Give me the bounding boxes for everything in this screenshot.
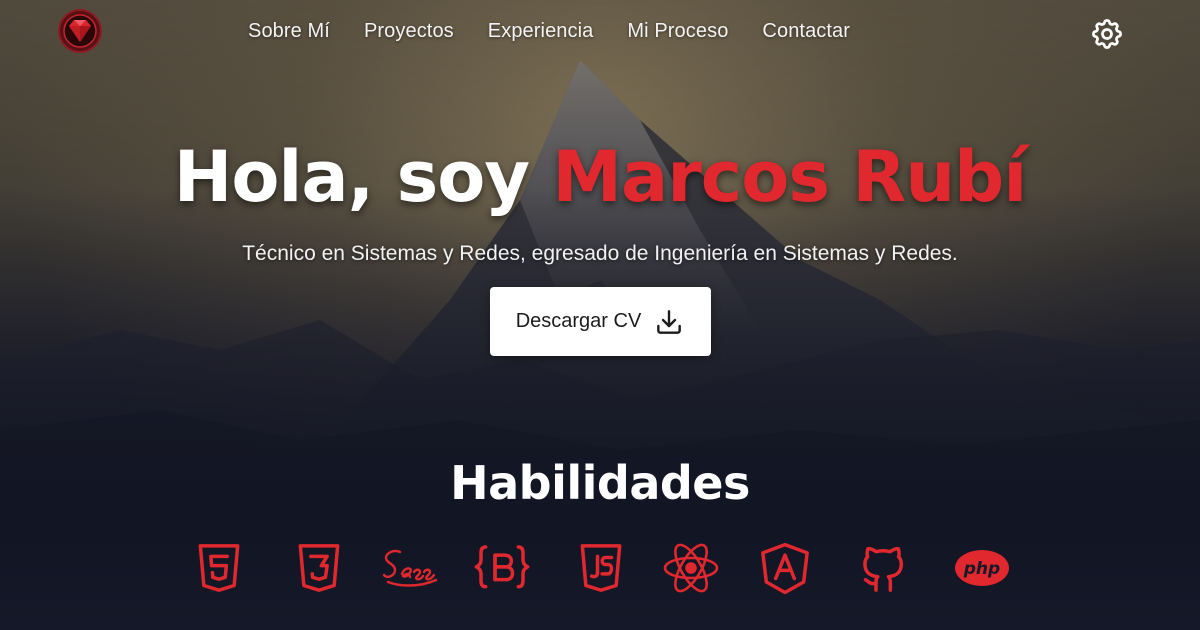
svg-text:php: php — [963, 559, 1000, 579]
download-icon — [657, 309, 682, 334]
php-icon: php — [952, 540, 1012, 596]
hero-title: Hola, soy Marcos Rubí — [0, 136, 1200, 218]
nav-item-proyectos[interactable]: Proyectos — [364, 20, 454, 43]
hero-name: Marcos Rubí — [552, 136, 1027, 218]
react-icon — [661, 540, 721, 596]
bootstrap-icon — [474, 540, 530, 596]
skills-title: Habilidades — [450, 456, 750, 510]
github-icon — [855, 540, 911, 596]
nav-item-experiencia[interactable]: Experiencia — [488, 20, 594, 43]
main-nav: Sobre Mí Proyectos Experiencia Mi Proces… — [248, 20, 850, 43]
hero-subtitle: Técnico en Sistemas y Redes, egresado de… — [242, 242, 958, 265]
hero-greeting: Hola, soy — [173, 136, 553, 218]
gear-icon[interactable] — [1089, 16, 1125, 52]
angular-icon — [757, 540, 813, 596]
html5-icon — [191, 540, 247, 596]
sass-icon — [380, 540, 442, 596]
ruby-logo[interactable] — [56, 8, 104, 54]
nav-item-contactar[interactable]: Contactar — [762, 20, 850, 43]
javascript-icon — [573, 540, 629, 596]
download-cv-label: Descargar CV — [515, 310, 642, 332]
download-cv-button[interactable]: Descargar CV — [490, 287, 711, 356]
skills-icons: php — [0, 540, 1200, 600]
css3-icon — [291, 540, 347, 596]
nav-item-mi-proceso[interactable]: Mi Proceso — [627, 20, 728, 43]
nav-item-sobre-mi[interactable]: Sobre Mí — [248, 20, 330, 43]
